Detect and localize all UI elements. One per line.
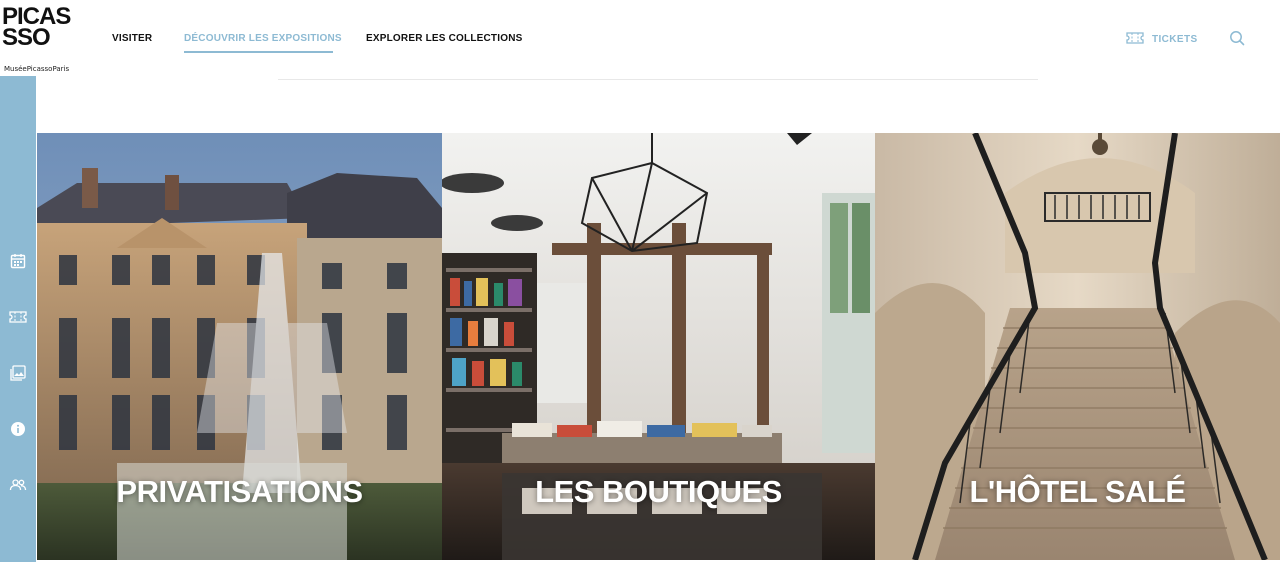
panel-privatisations[interactable]: PRIVATISATIONS xyxy=(37,133,442,560)
panel-title-hotel-sale: L'HÔTEL SALÉ xyxy=(969,474,1186,509)
feature-panels: PRIVATISATIONS LES BOUTIQUES L'HÔTEL SAL… xyxy=(37,133,1280,560)
ticket-icon[interactable] xyxy=(9,308,27,326)
nav-item-decouvrir-expositions[interactable]: DÉCOUVRIR LES EXPOSITIONS xyxy=(184,33,342,44)
tickets-label: TICKETS xyxy=(1152,34,1198,45)
ticket-icon xyxy=(1126,32,1144,47)
panel-title-boutiques: LES BOUTIQUES xyxy=(535,474,782,509)
group-icon[interactable] xyxy=(9,476,27,494)
panel-hotel-sale[interactable]: L'HÔTEL SALÉ xyxy=(875,133,1280,560)
gallery-icon[interactable] xyxy=(9,364,27,382)
info-icon[interactable] xyxy=(9,420,27,438)
logo-mark: PICAS SSO xyxy=(2,3,71,51)
header-divider xyxy=(278,79,1038,80)
nav-item-visiter[interactable]: VISITER xyxy=(112,33,152,44)
panel-boutiques[interactable]: LES BOUTIQUES xyxy=(442,133,875,560)
sidebar xyxy=(0,76,36,562)
site-header: PICAS SSO MuséePicassoParis VISITER DÉCO… xyxy=(0,0,1280,76)
calendar-icon[interactable] xyxy=(9,252,27,270)
search-icon[interactable] xyxy=(1229,30,1245,46)
panel-title-privatisations: PRIVATISATIONS xyxy=(116,474,363,509)
tickets-button[interactable]: TICKETS xyxy=(1126,32,1198,47)
nav-item-explorer-collections[interactable]: EXPLORER LES COLLECTIONS xyxy=(366,33,522,44)
museum-logo[interactable]: PICAS SSO MuséePicassoParis xyxy=(2,3,76,74)
active-nav-underline xyxy=(184,51,333,53)
logo-subtitle: MuséePicassoParis xyxy=(4,65,70,73)
